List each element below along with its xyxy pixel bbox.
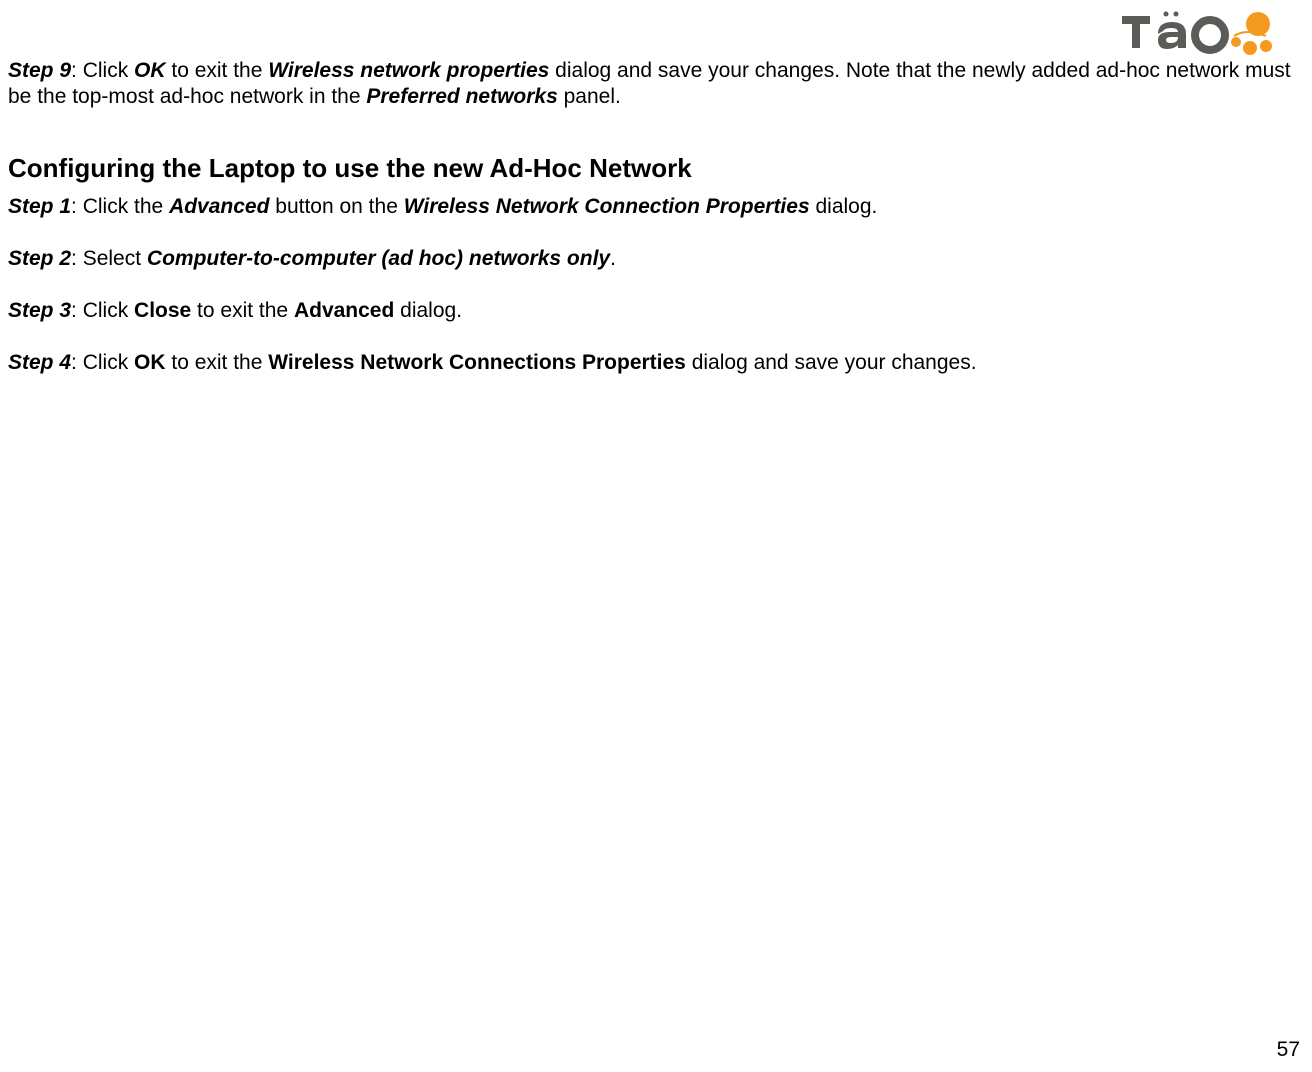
step-9-panel-name: Preferred networks xyxy=(366,85,557,108)
step-9-text-3: panel. xyxy=(558,85,621,108)
step-3-paragraph: Step 3: Click Close to exit the Advanced… xyxy=(8,298,1304,324)
step-2-text-1: . xyxy=(610,247,616,270)
step-1-text-0: : Click the xyxy=(71,195,169,218)
step-3-text-2: dialog. xyxy=(394,299,462,322)
step-4-paragraph: Step 4: Click OK to exit the Wireless Ne… xyxy=(8,350,1304,376)
step-2-text-0: : Select xyxy=(71,247,147,270)
step-1-advanced: Advanced xyxy=(169,195,269,218)
step-3-dialog-name: Advanced xyxy=(294,299,394,322)
step-4-dialog-name: Wireless Network Connections Properties xyxy=(268,351,686,374)
step-2-paragraph: Step 2: Select Computer-to-computer (ad … xyxy=(8,246,1304,272)
step-4-text-2: dialog and save your changes. xyxy=(686,351,977,374)
section-title: Configuring the Laptop to use the new Ad… xyxy=(8,153,1304,184)
page-number: 57 xyxy=(1277,1038,1300,1062)
step-2-option: Computer-to-computer (ad hoc) networks o… xyxy=(147,247,610,270)
step-4-text-0: : Click xyxy=(71,351,134,374)
step-3-text-0: : Click xyxy=(71,299,134,322)
step-9-text-1: to exit the xyxy=(166,59,269,82)
step-1-text-1: button on the xyxy=(269,195,403,218)
step-3-text-1: to exit the xyxy=(191,299,294,322)
step-1-paragraph: Step 1: Click the Advanced button on the… xyxy=(8,194,1304,220)
step-3-close: Close xyxy=(134,299,191,322)
step-9-ok: OK xyxy=(134,59,166,82)
step-9-text-0: : Click xyxy=(71,59,134,82)
step-1-label: Step 1 xyxy=(8,195,71,218)
tao-logo xyxy=(1116,6,1284,61)
step-9-dialog-name: Wireless network properties xyxy=(268,59,549,82)
step-2-label: Step 2 xyxy=(8,247,71,270)
step-9-paragraph: Step 9: Click OK to exit the Wireless ne… xyxy=(8,58,1304,111)
step-4-ok: OK xyxy=(134,351,166,374)
step-3-label: Step 3 xyxy=(8,299,71,322)
step-9-label: Step 9 xyxy=(8,59,71,82)
step-4-label: Step 4 xyxy=(8,351,71,374)
step-1-dialog-name: Wireless Network Connection Properties xyxy=(404,195,810,218)
step-4-text-1: to exit the xyxy=(166,351,269,374)
step-1-text-2: dialog. xyxy=(810,195,878,218)
